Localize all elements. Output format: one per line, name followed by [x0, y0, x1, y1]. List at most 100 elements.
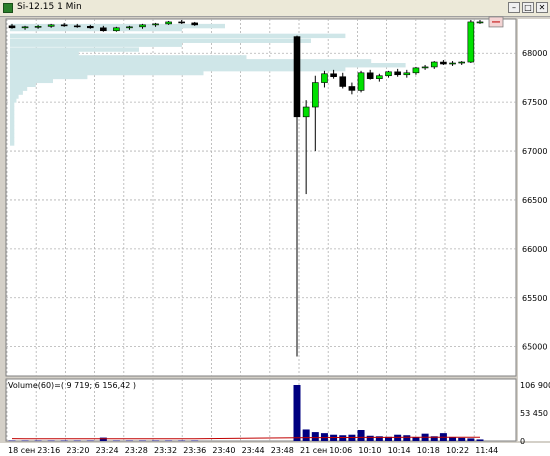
- volume-bar: [152, 440, 160, 442]
- candle-body: [376, 75, 383, 79]
- volume-profile-bar: [10, 47, 139, 52]
- volume-bar: [357, 429, 365, 441]
- volume-profile-bar: [10, 94, 19, 99]
- volume-bar: [366, 435, 374, 441]
- candle-body: [348, 86, 356, 91]
- volume-bar: [458, 437, 466, 441]
- volume-profile-bar: [10, 74, 88, 80]
- time-tick-label: 10:10: [358, 446, 381, 455]
- volume-bar: [394, 434, 402, 441]
- volume-bar: [449, 437, 457, 441]
- volume-profile-bar: [10, 82, 36, 87]
- time-tick-label: 18 сен: [8, 446, 35, 455]
- volume-profile-bar: [10, 38, 311, 43]
- candle-body: [449, 62, 456, 65]
- volume-bar: [293, 385, 301, 441]
- candle-body: [165, 21, 172, 25]
- volume-profile-bar: [10, 42, 182, 47]
- volume-bar: [34, 440, 42, 442]
- candle-body: [440, 61, 447, 65]
- candle-body: [191, 22, 198, 26]
- volume-profile-bar: [10, 70, 204, 76]
- candle-body: [139, 24, 146, 28]
- chart-canvas[interactable]: 18 сен 23:16 23:20 23:24 23:28 23:32 23:36 23:4…: [0, 0, 550, 456]
- candle-body: [412, 67, 420, 74]
- volume-bar: [412, 437, 420, 441]
- volume-profile-bar: [10, 102, 15, 107]
- price-axis-panel: [518, 19, 550, 441]
- volume-profile-bar: [10, 86, 28, 91]
- time-tick-label: 23:48: [271, 446, 294, 455]
- volume-bar: [191, 440, 199, 442]
- candle-body: [113, 27, 120, 32]
- volume-profile-bar: [10, 98, 17, 103]
- candle-body: [421, 66, 429, 69]
- candle-body: [357, 72, 365, 91]
- volume-profile-bar: [10, 117, 15, 123]
- time-tick-label: 10:18: [417, 446, 440, 455]
- candle-body: [385, 71, 392, 77]
- volume-bar: [86, 440, 94, 442]
- time-tick-label: 23:28: [125, 446, 148, 455]
- volume-bar: [165, 440, 173, 442]
- time-tick-label: 23:24: [96, 446, 119, 455]
- time-tick-label: 21 сен: [300, 446, 327, 455]
- volume-bar: [112, 440, 120, 442]
- volume-profile-bar: [10, 125, 15, 131]
- volume-bar: [339, 435, 347, 441]
- time-tick-label: 23:44: [242, 446, 265, 455]
- candle-body: [311, 82, 319, 108]
- candle-body: [293, 36, 301, 118]
- candle-body: [87, 26, 94, 29]
- volume-bar: [125, 440, 133, 442]
- volume-bar: [139, 440, 146, 442]
- candle-body: [458, 61, 466, 64]
- candle-body: [152, 23, 159, 26]
- volume-profile-bar: [10, 141, 15, 146]
- time-tick-label: 10:22: [446, 446, 469, 455]
- candle-body: [394, 71, 401, 76]
- volume-profile-bar: [10, 51, 79, 56]
- candle-body: [467, 21, 475, 63]
- volume-tick-label: 53 450: [520, 409, 548, 418]
- candle-body: [321, 73, 328, 83]
- candle-body: [403, 72, 411, 76]
- volume-bar: [467, 438, 475, 441]
- volume-bar: [302, 429, 310, 441]
- volume-profile-bar: [10, 133, 15, 138]
- volume-profile-bar: [10, 137, 15, 142]
- time-tick-label: 10:14: [388, 446, 411, 455]
- price-tick-label: 68000: [522, 49, 547, 58]
- candle-body: [34, 26, 42, 28]
- volume-bar: [403, 435, 411, 441]
- candle-body: [60, 24, 68, 27]
- volume-profile-bar: [10, 78, 53, 84]
- volume-tick-label: 0: [520, 437, 525, 446]
- volume-bar: [476, 439, 484, 441]
- price-tick-label: 67000: [522, 147, 547, 156]
- price-tick-label: 65000: [522, 343, 547, 352]
- candle-body: [430, 61, 438, 68]
- candle-body: [476, 21, 484, 24]
- chart-window: Si-12.15 1 Min – □ ✕ 18 сен 23:16 23:20 23:…: [0, 0, 550, 456]
- volume-profile-bar: [10, 90, 23, 95]
- candle-body: [8, 25, 16, 29]
- time-tick-label: 10:06: [329, 446, 352, 455]
- time-tick-label: 23:20: [66, 446, 89, 455]
- volume-profile-bar: [10, 63, 406, 68]
- volume-tick-label: 106 900: [520, 381, 550, 390]
- volume-indicator-label: Volume(60)=( 9 719; 6 156,42 ): [8, 381, 136, 390]
- volume-bar: [47, 440, 55, 442]
- volume-bar: [178, 440, 186, 442]
- candle-body: [21, 26, 29, 29]
- volume-bar: [311, 432, 319, 441]
- candle-body: [100, 27, 107, 32]
- candle-body: [330, 73, 337, 78]
- volume-profile-bar: [10, 109, 15, 115]
- candle-body: [339, 76, 347, 87]
- candle-body: [73, 25, 81, 28]
- candle-body: [178, 21, 185, 24]
- time-tick-label: 11:44: [475, 446, 498, 455]
- volume-bar: [73, 440, 81, 442]
- volume-profile-bar: [10, 59, 372, 64]
